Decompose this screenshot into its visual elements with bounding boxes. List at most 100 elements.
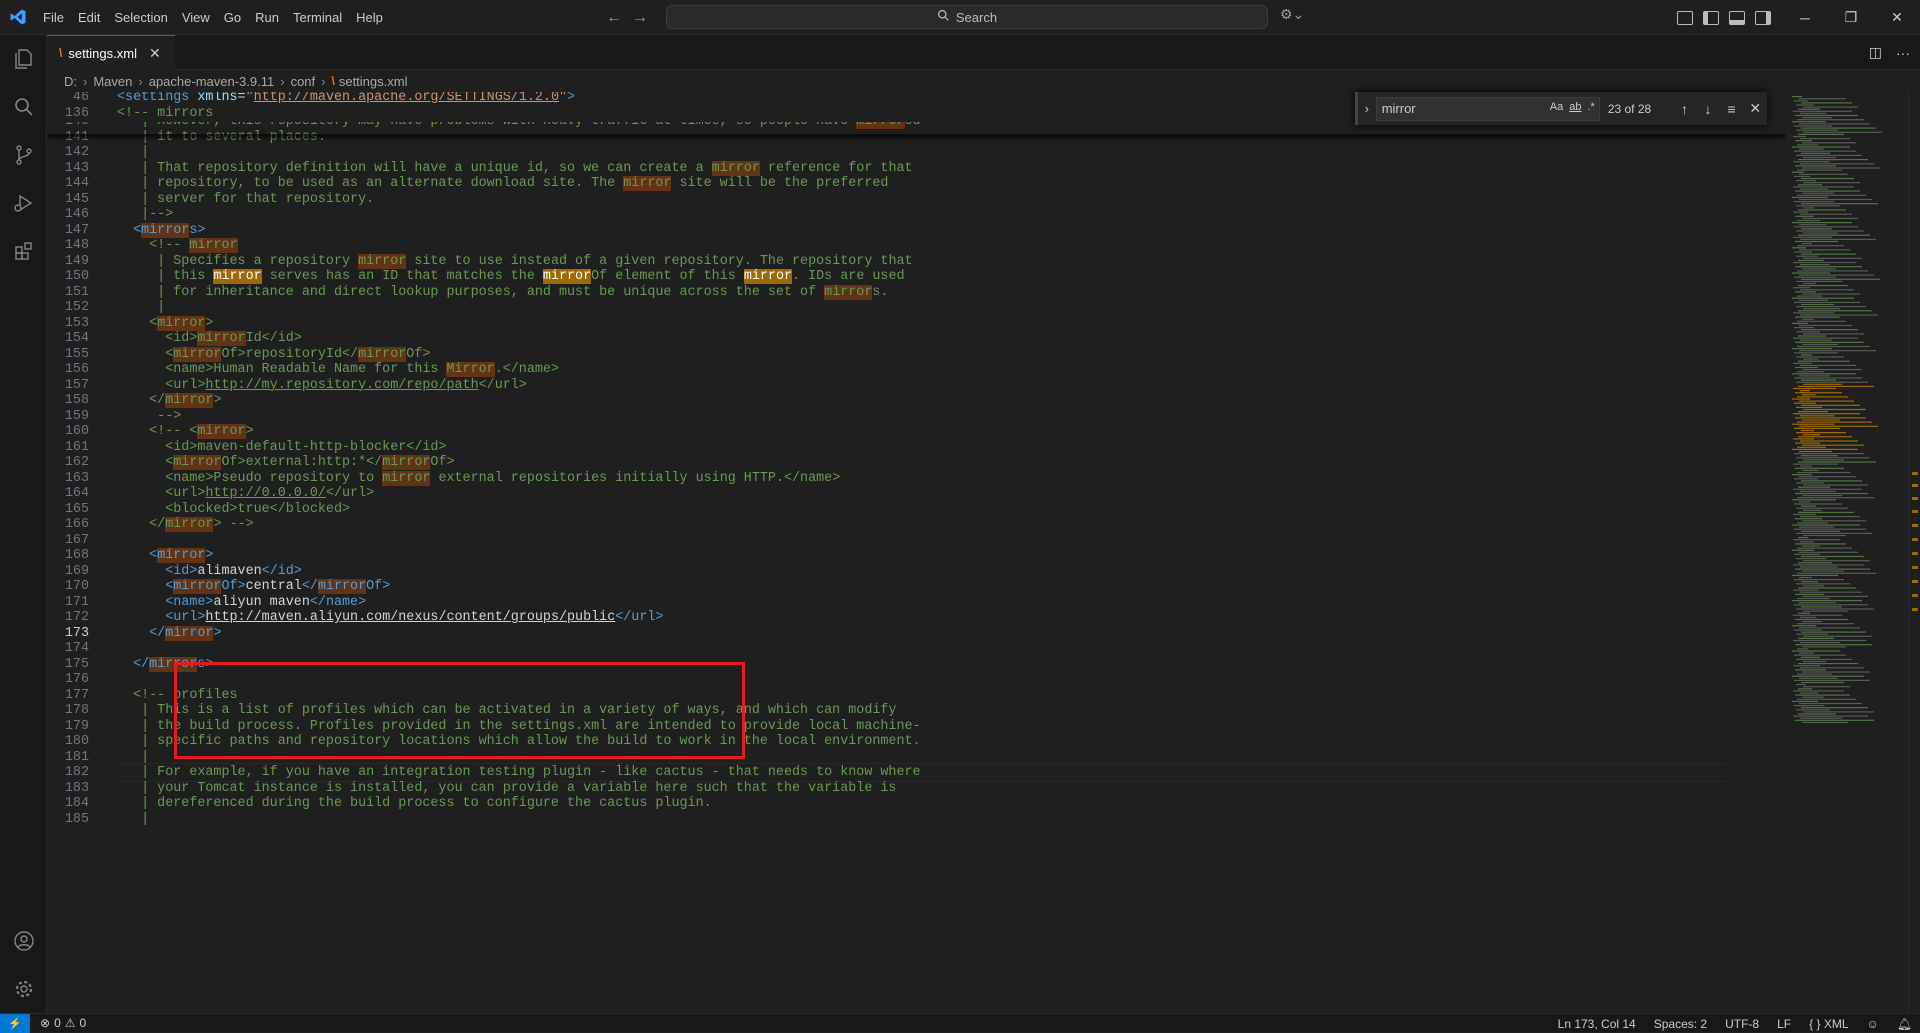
code-line[interactable]: 182 | For example, if you have an integr… (47, 765, 1786, 781)
copilot-status-icon[interactable]: ☺ (1867, 1017, 1879, 1031)
use-regex-icon[interactable]: .* (1587, 101, 1594, 113)
code-line[interactable]: 159 --> (47, 409, 1786, 425)
accounts-icon[interactable] (0, 917, 47, 965)
close-find-icon[interactable]: ✕ (1743, 100, 1767, 117)
code-line[interactable]: 167 (47, 533, 1786, 549)
code-line[interactable]: 160 <!-- <mirror> (47, 424, 1786, 440)
search-view-icon[interactable] (0, 83, 47, 131)
find-input[interactable]: mirror Aa ab .* (1375, 96, 1600, 121)
code-line[interactable]: 152 | (47, 300, 1786, 316)
code-line[interactable]: 151 | for inheritance and direct lookup … (47, 284, 1786, 301)
code-line[interactable]: 144 | repository, to be used as an alter… (47, 176, 1786, 192)
code-line[interactable]: 150 | this mirror serves has an ID that … (47, 269, 1786, 285)
line-number: 167 (64, 532, 89, 548)
code-line[interactable]: 145 | server for that repository. (47, 192, 1786, 208)
code-line[interactable]: 142 | (47, 145, 1786, 161)
back-arrow-icon[interactable]: ← (606, 9, 622, 27)
code-line[interactable]: 166 </mirror> --> (47, 517, 1786, 533)
code-line[interactable]: 162 <mirrorOf>external:http:*</mirrorOf> (47, 455, 1786, 471)
problems-indicator[interactable]: ⊗ 0 ⚠ 0 (40, 1016, 86, 1030)
match-whole-word-icon[interactable]: ab (1569, 101, 1581, 113)
code-line[interactable]: 185 | (47, 812, 1786, 828)
code-line[interactable]: 184 | dereferenced during the build proc… (47, 796, 1786, 812)
menu-view[interactable]: View (175, 0, 217, 35)
code-line[interactable]: 165 <blocked>true</blocked> (47, 502, 1786, 518)
code-line[interactable]: 163 <name>Pseudo repository to mirror ex… (47, 470, 1786, 487)
manage-gear-icon[interactable] (0, 965, 47, 1013)
code-line[interactable]: 164 <url>http://0.0.0.0/</url> (47, 486, 1786, 502)
code-line[interactable]: 153 <mirror> (47, 315, 1786, 332)
breadcrumb-item[interactable]: D: (64, 74, 77, 89)
command-center-search[interactable]: Search (666, 5, 1268, 29)
previous-match-icon[interactable]: ↑ (1673, 101, 1697, 117)
customize-layout-icon[interactable] (1677, 10, 1693, 25)
split-editor-icon[interactable]: ◫ (1869, 44, 1882, 61)
close-tab-icon[interactable]: ✕ (149, 45, 161, 62)
code-line[interactable]: 173 </mirror> (47, 625, 1786, 642)
forward-arrow-icon[interactable]: → (632, 9, 648, 27)
toggle-secondary-sidebar-icon[interactable] (1755, 10, 1771, 25)
match-case-icon[interactable]: Aa (1550, 101, 1563, 113)
cursor-position[interactable]: Ln 173, Col 14 (1558, 1017, 1636, 1031)
source-control-icon[interactable] (0, 131, 47, 179)
minimap-line (1803, 686, 1850, 688)
copilot-icon[interactable]: ⚙︎⌄ (1280, 6, 1304, 23)
menu-edit[interactable]: Edit (71, 0, 107, 35)
restore-icon[interactable]: ❐ (1828, 0, 1874, 35)
code-line[interactable]: 170 <mirrorOf>central</mirrorOf> (47, 579, 1786, 595)
code-line[interactable]: 149 | Specifies a repository mirror site… (47, 253, 1786, 270)
code-line[interactable]: 161 <id>maven-default-http-blocker</id> (47, 440, 1786, 456)
code-line[interactable]: 157 <url>http://my.repository.com/repo/p… (47, 378, 1786, 394)
tab-settings-xml[interactable]: \ settings.xml ✕ (47, 35, 175, 70)
minimize-icon[interactable]: ─ (1782, 0, 1828, 35)
minimap-line (1800, 188, 1828, 190)
menu-go[interactable]: Go (217, 0, 248, 35)
toggle-primary-sidebar-icon[interactable] (1703, 10, 1719, 25)
menu-help[interactable]: Help (349, 0, 390, 35)
toggle-replace-icon[interactable]: › (1358, 101, 1376, 116)
menu-run[interactable]: Run (248, 0, 286, 35)
next-match-icon[interactable]: ↓ (1696, 101, 1720, 117)
minimap-line (1800, 339, 1832, 341)
notifications-bell-icon[interactable]: 🔔︎ (1897, 1017, 1912, 1031)
scrollbar-match-marker (1912, 497, 1918, 500)
encoding[interactable]: UTF-8 (1725, 1017, 1759, 1031)
run-debug-icon[interactable] (0, 179, 47, 227)
menu-file[interactable]: File (36, 0, 71, 35)
breadcrumb-item[interactable]: settings.xml (339, 74, 408, 89)
code-line[interactable]: 174 (47, 641, 1786, 657)
language-mode[interactable]: { } XML (1809, 1017, 1848, 1031)
breadcrumb-item[interactable]: apache-maven-3.9.11 (149, 74, 275, 89)
minimap-line (1803, 711, 1874, 713)
extensions-icon[interactable] (0, 227, 47, 275)
code-line[interactable]: 155 <mirrorOf>repositoryId</mirrorOf> (47, 346, 1786, 363)
code-line[interactable]: 146 |--> (47, 207, 1786, 223)
toggle-panel-icon[interactable] (1729, 10, 1745, 25)
code-line[interactable]: 172 <url>http://maven.aliyun.com/nexus/c… (47, 610, 1786, 626)
breadcrumb-item[interactable]: conf (291, 74, 316, 89)
explorer-icon[interactable] (0, 35, 47, 83)
code-line[interactable]: 168 <mirror> (47, 548, 1786, 564)
code-editor[interactable]: 140 | However, this repository may have … (47, 92, 1786, 1013)
code-line[interactable]: 147 <mirrors> (47, 222, 1786, 239)
menu-selection[interactable]: Selection (107, 0, 174, 35)
code-line[interactable]: 143 | That repository definition will ha… (47, 160, 1786, 177)
more-actions-icon[interactable]: ··· (1896, 45, 1910, 61)
end-of-line[interactable]: LF (1777, 1017, 1791, 1031)
activity-bar-bottom (0, 917, 47, 1013)
vertical-scrollbar[interactable] (1908, 92, 1920, 1013)
remote-indicator-icon[interactable]: ⚡ (0, 1013, 30, 1033)
find-in-selection-icon[interactable]: ≡ (1720, 101, 1744, 117)
minimap[interactable] (1786, 92, 1908, 1013)
code-line[interactable]: 156 <name>Human Readable Name for this M… (47, 362, 1786, 378)
code-line[interactable]: 169 <id>alimaven</id> (47, 564, 1786, 580)
code-line[interactable]: 171 <name>aliyun maven</name> (47, 595, 1786, 611)
code-line[interactable]: 154 <id>mirrorId</id> (47, 331, 1786, 347)
indentation[interactable]: Spaces: 2 (1654, 1017, 1707, 1031)
code-line[interactable]: 158 </mirror> (47, 393, 1786, 409)
close-window-icon[interactable]: ✕ (1874, 0, 1920, 35)
menu-terminal[interactable]: Terminal (286, 0, 349, 35)
code-line[interactable]: 148 <!-- mirror (47, 238, 1786, 254)
breadcrumb-item[interactable]: Maven (93, 74, 132, 89)
code-line[interactable]: 183 | your Tomcat instance is installed,… (47, 781, 1786, 797)
